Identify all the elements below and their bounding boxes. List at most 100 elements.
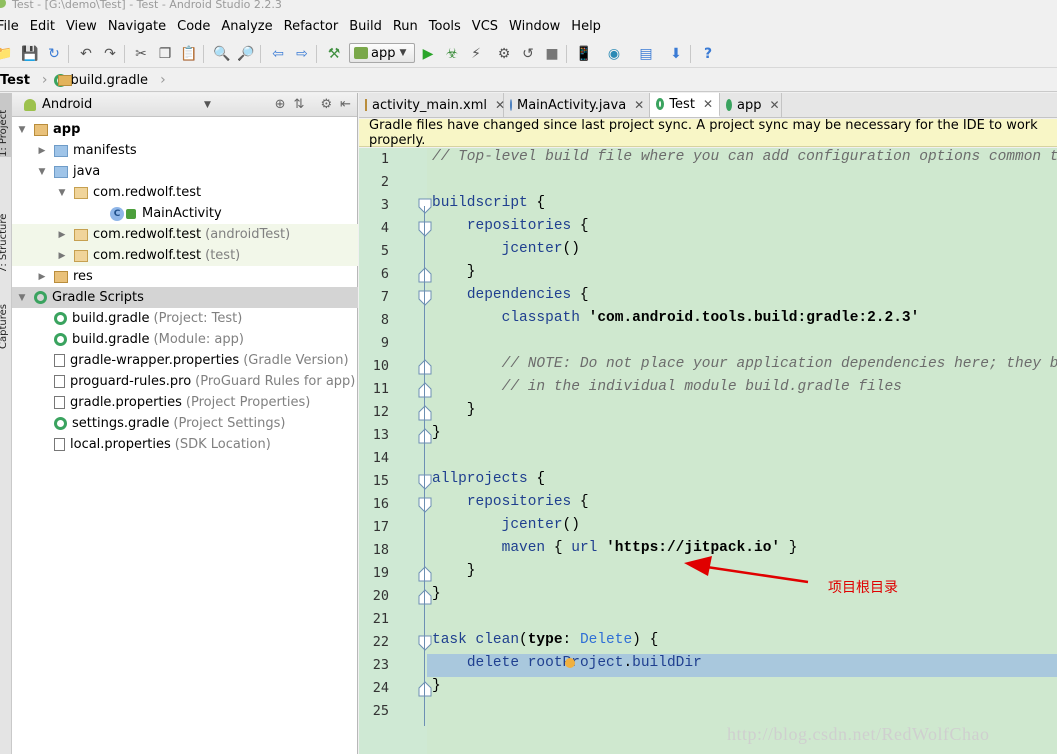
tab-activity-main-xml[interactable]: activity_main.xml ✕ <box>359 93 505 117</box>
menu-window[interactable]: Window <box>509 19 560 34</box>
menu-view[interactable]: View <box>66 19 97 34</box>
fold-marker-icon[interactable] <box>418 290 432 306</box>
save-icon[interactable]: 💾 <box>20 44 40 64</box>
tree-item[interactable]: ▶ com.redwolf.test (test) <box>12 245 358 266</box>
code-line[interactable]: repositories { <box>432 218 589 234</box>
debug-icon[interactable]: ☣ <box>442 44 462 64</box>
code-line[interactable]: jcenter() <box>432 241 580 257</box>
captures-tool-tab[interactable]: Captures <box>0 289 11 349</box>
fold-marker-icon[interactable] <box>418 589 432 605</box>
menu-refactor[interactable]: Refactor <box>284 19 339 34</box>
apply-changes-icon[interactable]: ↺ <box>518 44 538 64</box>
collapsed-arrow-icon[interactable]: ▶ <box>56 230 68 240</box>
fold-marker-icon[interactable] <box>418 681 432 697</box>
tree-item[interactable]: gradle.properties (Project Properties) <box>12 392 358 413</box>
find-icon[interactable]: 🔍 <box>212 44 232 64</box>
tree-item[interactable]: ▼ java <box>12 161 358 182</box>
cut-icon[interactable]: ✂ <box>131 44 151 64</box>
tree-item[interactable]: ▼ com.redwolf.test <box>12 182 358 203</box>
run-icon[interactable]: ▶ <box>418 44 438 64</box>
fold-marker-icon[interactable] <box>418 474 432 490</box>
instant-run-icon[interactable]: ⚡ <box>466 44 486 64</box>
tree-item[interactable]: proguard-rules.pro (ProGuard Rules for ap… <box>12 371 358 392</box>
copy-icon[interactable]: ❐ <box>155 44 175 64</box>
code-line[interactable]: jcenter() <box>432 517 580 533</box>
collapsed-arrow-icon[interactable]: ▶ <box>36 272 48 282</box>
tree-item[interactable]: ▶ manifests <box>12 140 358 161</box>
menu-run[interactable]: Run <box>393 19 418 34</box>
avd-manager-icon[interactable]: 📱 <box>574 44 594 64</box>
code-line[interactable]: classpath 'com.android.tools.build:gradl… <box>432 310 920 326</box>
menu-analyze[interactable]: Analyze <box>221 19 272 34</box>
fold-marker-icon[interactable] <box>418 359 432 375</box>
sync-gradle-icon[interactable]: ◉ <box>604 44 624 64</box>
tree-item[interactable]: settings.gradle (Project Settings) <box>12 413 358 434</box>
menu-file[interactable]: File <box>0 19 19 34</box>
fold-marker-icon[interactable] <box>418 428 432 444</box>
project-tool-tab[interactable]: 1: Project <box>0 93 11 157</box>
fold-marker-icon[interactable] <box>418 221 432 237</box>
fold-marker-icon[interactable] <box>418 566 432 582</box>
close-icon[interactable]: ✕ <box>769 98 779 112</box>
code-editor[interactable]: // Top-level build file where you can ad… <box>427 148 1057 754</box>
expanded-arrow-icon[interactable]: ▼ <box>16 293 28 303</box>
menu-help[interactable]: Help <box>571 19 601 34</box>
redo-icon[interactable]: ↷ <box>100 44 120 64</box>
tree-item[interactable]: ▶ com.redwolf.test (androidTest) <box>12 224 358 245</box>
code-line[interactable]: maven { url 'https://jitpack.io' } <box>432 540 798 556</box>
expanded-arrow-icon[interactable]: ▼ <box>56 188 68 198</box>
code-line[interactable]: allprojects { <box>432 471 545 487</box>
menu-code[interactable]: Code <box>177 19 210 34</box>
fold-marker-icon[interactable] <box>418 635 432 651</box>
sdk-manager-icon[interactable]: ⬇ <box>666 44 686 64</box>
expanded-arrow-icon[interactable]: ▼ <box>36 167 48 177</box>
tree-item[interactable]: ▶ res <box>12 266 358 287</box>
tree-item[interactable]: ▼ Gradle Scripts <box>12 287 358 308</box>
menu-navigate[interactable]: Navigate <box>108 19 166 34</box>
fold-marker-icon[interactable] <box>418 497 432 513</box>
code-line[interactable]: } <box>432 425 441 441</box>
gear-icon[interactable]: ⚙ <box>320 97 332 112</box>
back-icon[interactable]: ⇦ <box>268 44 288 64</box>
code-line[interactable]: } <box>432 402 476 418</box>
attach-debugger-icon[interactable]: ⚙ <box>494 44 514 64</box>
tree-item[interactable]: gradle-wrapper.properties (Gradle Version… <box>12 350 358 371</box>
menu-vcs[interactable]: VCS <box>472 19 498 34</box>
code-line[interactable]: // in the individual module build.gradle… <box>432 379 902 395</box>
chevron-down-icon[interactable]: ▼ <box>204 100 211 110</box>
code-line[interactable]: // Top-level build file where you can ad… <box>432 149 1057 165</box>
close-icon[interactable]: ✕ <box>703 97 713 111</box>
menu-build[interactable]: Build <box>349 19 382 34</box>
tab-test[interactable]: Test ✕ <box>650 93 720 117</box>
collapse-all-icon[interactable]: ⇅ <box>294 97 305 112</box>
code-line[interactable]: } <box>432 586 441 602</box>
forward-icon[interactable]: ⇨ <box>292 44 312 64</box>
run-configuration-select[interactable]: app ▼ <box>349 43 415 63</box>
tree-item[interactable]: ▼ app <box>12 119 358 140</box>
tree-item[interactable]: build.gradle (Module: app) <box>12 329 358 350</box>
collapsed-arrow-icon[interactable]: ▶ <box>36 146 48 156</box>
fold-marker-icon[interactable] <box>418 382 432 398</box>
sync-icon[interactable]: ↻ <box>44 44 64 64</box>
tree-item[interactable]: C MainActivity <box>12 203 358 224</box>
code-line[interactable]: } <box>432 264 476 280</box>
undo-icon[interactable]: ↶ <box>76 44 96 64</box>
code-line[interactable]: } <box>432 678 441 694</box>
code-line[interactable]: task clean(type: Delete) { <box>432 632 658 648</box>
fold-marker-icon[interactable] <box>418 198 432 214</box>
tree-item[interactable]: local.properties (SDK Location) <box>12 434 358 455</box>
open-folder-icon[interactable]: 📁 <box>0 44 14 64</box>
code-line[interactable]: dependencies { <box>432 287 589 303</box>
make-project-icon[interactable]: ⚒ <box>324 44 344 64</box>
stop-icon[interactable]: ■ <box>542 44 562 64</box>
menu-tools[interactable]: Tools <box>429 19 461 34</box>
breadcrumb-project[interactable]: Test <box>0 73 72 88</box>
fold-marker-icon[interactable] <box>418 267 432 283</box>
tree-item[interactable]: build.gradle (Project: Test) <box>12 308 358 329</box>
menu-edit[interactable]: Edit <box>30 19 55 34</box>
intention-bulb-icon[interactable] <box>565 658 575 668</box>
code-line[interactable]: repositories { <box>432 494 589 510</box>
expanded-arrow-icon[interactable]: ▼ <box>16 125 28 135</box>
collapsed-arrow-icon[interactable]: ▶ <box>56 251 68 261</box>
tab-mainactivity-java[interactable]: MainActivity.java ✕ <box>504 93 650 117</box>
